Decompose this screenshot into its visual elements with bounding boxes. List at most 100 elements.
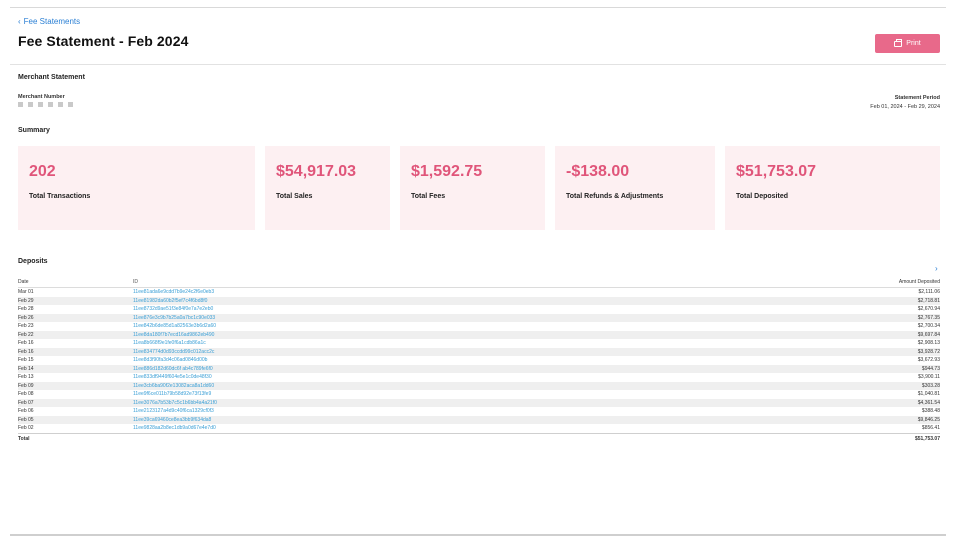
table-row: Feb 23 11ee842b6de85d1a82563e3b6d2a60 $2,7… — [18, 322, 940, 331]
deposit-date: Feb 14 — [18, 365, 34, 372]
deposit-amount: $1,040.81 — [917, 391, 940, 398]
table-row: Feb 09 11ee3cb6ba90f2e13082aca8a1dd60 $303… — [18, 381, 940, 390]
column-header-amount[interactable]: Amount Deposited — [780, 279, 940, 285]
breadcrumb-back-link[interactable]: ‹ Fee Statements — [18, 17, 80, 26]
chevron-right-icon[interactable]: › — [935, 264, 938, 273]
deposit-id-link[interactable]: 11ee39ca69460ce8ea3bb9f634da8 — [133, 417, 780, 423]
deposit-date: Feb 29 — [18, 297, 34, 304]
table-row: Feb 07 11ee3076a7b53b7c5c1b6bb4a4a21f0 $4,… — [18, 398, 940, 407]
summary-card-value: 202 — [29, 163, 56, 180]
deposit-id-link[interactable]: 11ee81982da60b2f5ef7c4f6bd8f0 — [133, 298, 780, 304]
deposit-amount: $944.73 — [921, 365, 940, 372]
deposit-id-link[interactable]: 11ee842b6de85d1a82563e3b6d2a60 — [133, 323, 780, 329]
deposit-date: Feb 09 — [18, 382, 34, 389]
summary-card-value: $1,592.75 — [411, 163, 483, 180]
summary-card-refunds-adjustments: -$138.00 Total Refunds & Adjustments — [555, 146, 715, 230]
deposit-id-link[interactable]: 11ee81ada6e9cdd7b9e24c2f6e0eb3 — [133, 289, 780, 295]
mask-dot — [58, 102, 63, 107]
deposit-date: Feb 28 — [18, 306, 34, 313]
total-label: Total — [18, 436, 30, 442]
summary-card-total-transactions: 202 Total Transactions — [18, 146, 255, 230]
table-row: Feb 14 11ee886d182d60dc6f ab4c789fe6f0 $94… — [18, 364, 940, 373]
table-row: Feb 06 11ee2123127a4d9c40f6ca1329cf0f3 $38… — [18, 407, 940, 416]
deposit-date: Feb 05 — [18, 416, 34, 423]
deposit-date: Feb 08 — [18, 391, 34, 398]
deposit-id-link[interactable]: 11ee833df9449f604e5e1c0de48f30 — [133, 374, 780, 380]
print-button-label: Print — [906, 40, 921, 47]
deposit-id-link[interactable]: 11ee3076a7b53b7c5c1b6bb4a4a21f0 — [133, 400, 780, 406]
table-row: Feb 26 11ee876e3c9b7b25a0a7bc1c90e033 $2,7… — [18, 313, 940, 322]
deposit-amount: $388.48 — [921, 408, 940, 415]
deposit-id-link[interactable]: 11ee834774d0d93ccdd99c012acc2c — [133, 349, 780, 355]
summary-card-label: Total Sales — [276, 193, 313, 200]
bottom-border — [10, 534, 946, 536]
mask-dot — [48, 102, 53, 107]
deposit-id-link[interactable]: 11ee8d3f90fa3d4c06ad0846d00b — [133, 357, 780, 363]
deposit-date: Feb 26 — [18, 314, 34, 321]
deposit-id-link[interactable]: 11ee9f6ce011b79b58d92e73f13fe9 — [133, 391, 780, 397]
summary-card-label: Total Refunds & Adjustments — [566, 193, 664, 200]
merchant-section-title: Merchant Statement — [18, 74, 85, 81]
deposit-amount: $9,697.84 — [917, 331, 940, 338]
deposit-id-link[interactable]: 11ee8732d9ae51f3e84f0e7a7e2eb0 — [133, 306, 780, 312]
table-total-row: Total $51,753.07 — [18, 432, 940, 445]
deposit-date: Feb 07 — [18, 399, 34, 406]
table-header: Date ID Amount Deposited — [18, 276, 940, 288]
deposit-amount: $3,900.11 — [918, 374, 940, 381]
deposit-amount: $2,111.06 — [918, 289, 940, 296]
deposit-date: Feb 16 — [18, 348, 34, 355]
summary-card-value: $51,753.07 — [736, 163, 817, 180]
deposit-date: Feb 23 — [18, 323, 34, 330]
merchant-number-masked — [18, 102, 73, 107]
mask-dot — [68, 102, 73, 107]
deposit-amount: $2,908.13 — [917, 340, 940, 347]
page-title: Fee Statement - Feb 2024 — [18, 33, 189, 49]
deposit-date: Feb 16 — [18, 340, 34, 347]
deposit-amount: $303.28 — [921, 382, 940, 389]
deposits-table: Date ID Amount Deposited Mar 01 11ee81ada… — [18, 276, 940, 445]
table-row: Feb 05 11ee39ca69460ce8ea3bb9f634da8 $9,84… — [18, 415, 940, 424]
table-row: Feb 29 11ee81982da60b2f5ef7c4f6bd8f0 $2,71… — [18, 296, 940, 305]
deposit-amount: $4,361.54 — [917, 399, 940, 406]
deposit-id-link[interactable]: 11ee9828aa2b8ec1db9a0d67e4e7d0 — [133, 425, 780, 431]
summary-card-label: Total Deposited — [736, 193, 788, 200]
table-row: Feb 02 11ee9828aa2b8ec1db9a0d67e4e7d0 $856… — [18, 424, 940, 433]
table-row: Feb 13 11ee833df9449f604e5e1c0de48f30 $3,9… — [18, 373, 940, 382]
summary-card-total-sales: $54,917.03 Total Sales — [265, 146, 390, 230]
deposit-id-link[interactable]: 11ee8da180f7b7ecd16ad9862eb490 — [133, 332, 780, 338]
column-header-date[interactable]: Date — [18, 279, 133, 285]
printer-icon — [894, 38, 903, 47]
print-button[interactable]: Print — [875, 34, 940, 53]
summary-card-value: $54,917.03 — [276, 163, 357, 180]
table-row: Mar 01 11ee81ada6e9cdd7b9e24c2f6e0eb3 $2,1… — [18, 288, 940, 297]
table-row: Feb 16 11ea8b668f9e1fe0f6a1cdb86a1c $2,908… — [18, 339, 940, 348]
deposit-date: Feb 02 — [18, 425, 34, 432]
deposit-id-link[interactable]: 11ee876e3c9b7b25a0a7bc1c90e033 — [133, 315, 780, 321]
deposit-id-link[interactable]: 11ee2123127a4d9c40f6ca1329cf0f3 — [133, 408, 780, 414]
chevron-left-icon: ‹ — [18, 16, 21, 26]
deposit-date: Feb 15 — [18, 357, 34, 364]
deposit-amount: $2,670.94 — [917, 306, 940, 313]
deposit-id-link[interactable]: 11ee886d182d60dc6f ab4c789fe6f0 — [133, 366, 780, 372]
deposit-amount: $2,767.35 — [917, 314, 940, 321]
header-divider — [10, 64, 946, 65]
mask-dot — [28, 102, 33, 107]
deposit-date: Mar 01 — [18, 289, 34, 296]
deposit-id-link[interactable]: 11ea8b668f9e1fe0f6a1cdb86a1c — [133, 340, 780, 346]
summary-card-value: -$138.00 — [566, 163, 630, 180]
column-header-id[interactable]: ID — [133, 279, 780, 285]
total-amount: $51,753.07 — [914, 436, 940, 442]
summary-card-label: Total Transactions — [29, 193, 91, 200]
mask-dot — [18, 102, 23, 107]
fee-statement-page: ‹ Fee Statements Fee Statement - Feb 202… — [10, 8, 946, 532]
mask-dot — [38, 102, 43, 107]
deposit-amount: $2,700.34 — [917, 323, 940, 330]
deposit-date: Feb 13 — [18, 374, 34, 381]
table-row: Feb 22 11ee8da180f7b7ecd16ad9862eb490 $9,6… — [18, 330, 940, 339]
deposit-amount: $3,928.72 — [917, 348, 940, 355]
table-row: Feb 08 11ee9f6ce011b79b58d92e73f13fe9 $1,0… — [18, 390, 940, 399]
deposits-section-title: Deposits — [18, 258, 48, 265]
deposit-amount: $3,672.93 — [917, 357, 940, 364]
deposit-id-link[interactable]: 11ee3cb6ba90f2e13082aca8a1dd60 — [133, 383, 780, 389]
summary-card-label: Total Fees — [411, 193, 446, 200]
